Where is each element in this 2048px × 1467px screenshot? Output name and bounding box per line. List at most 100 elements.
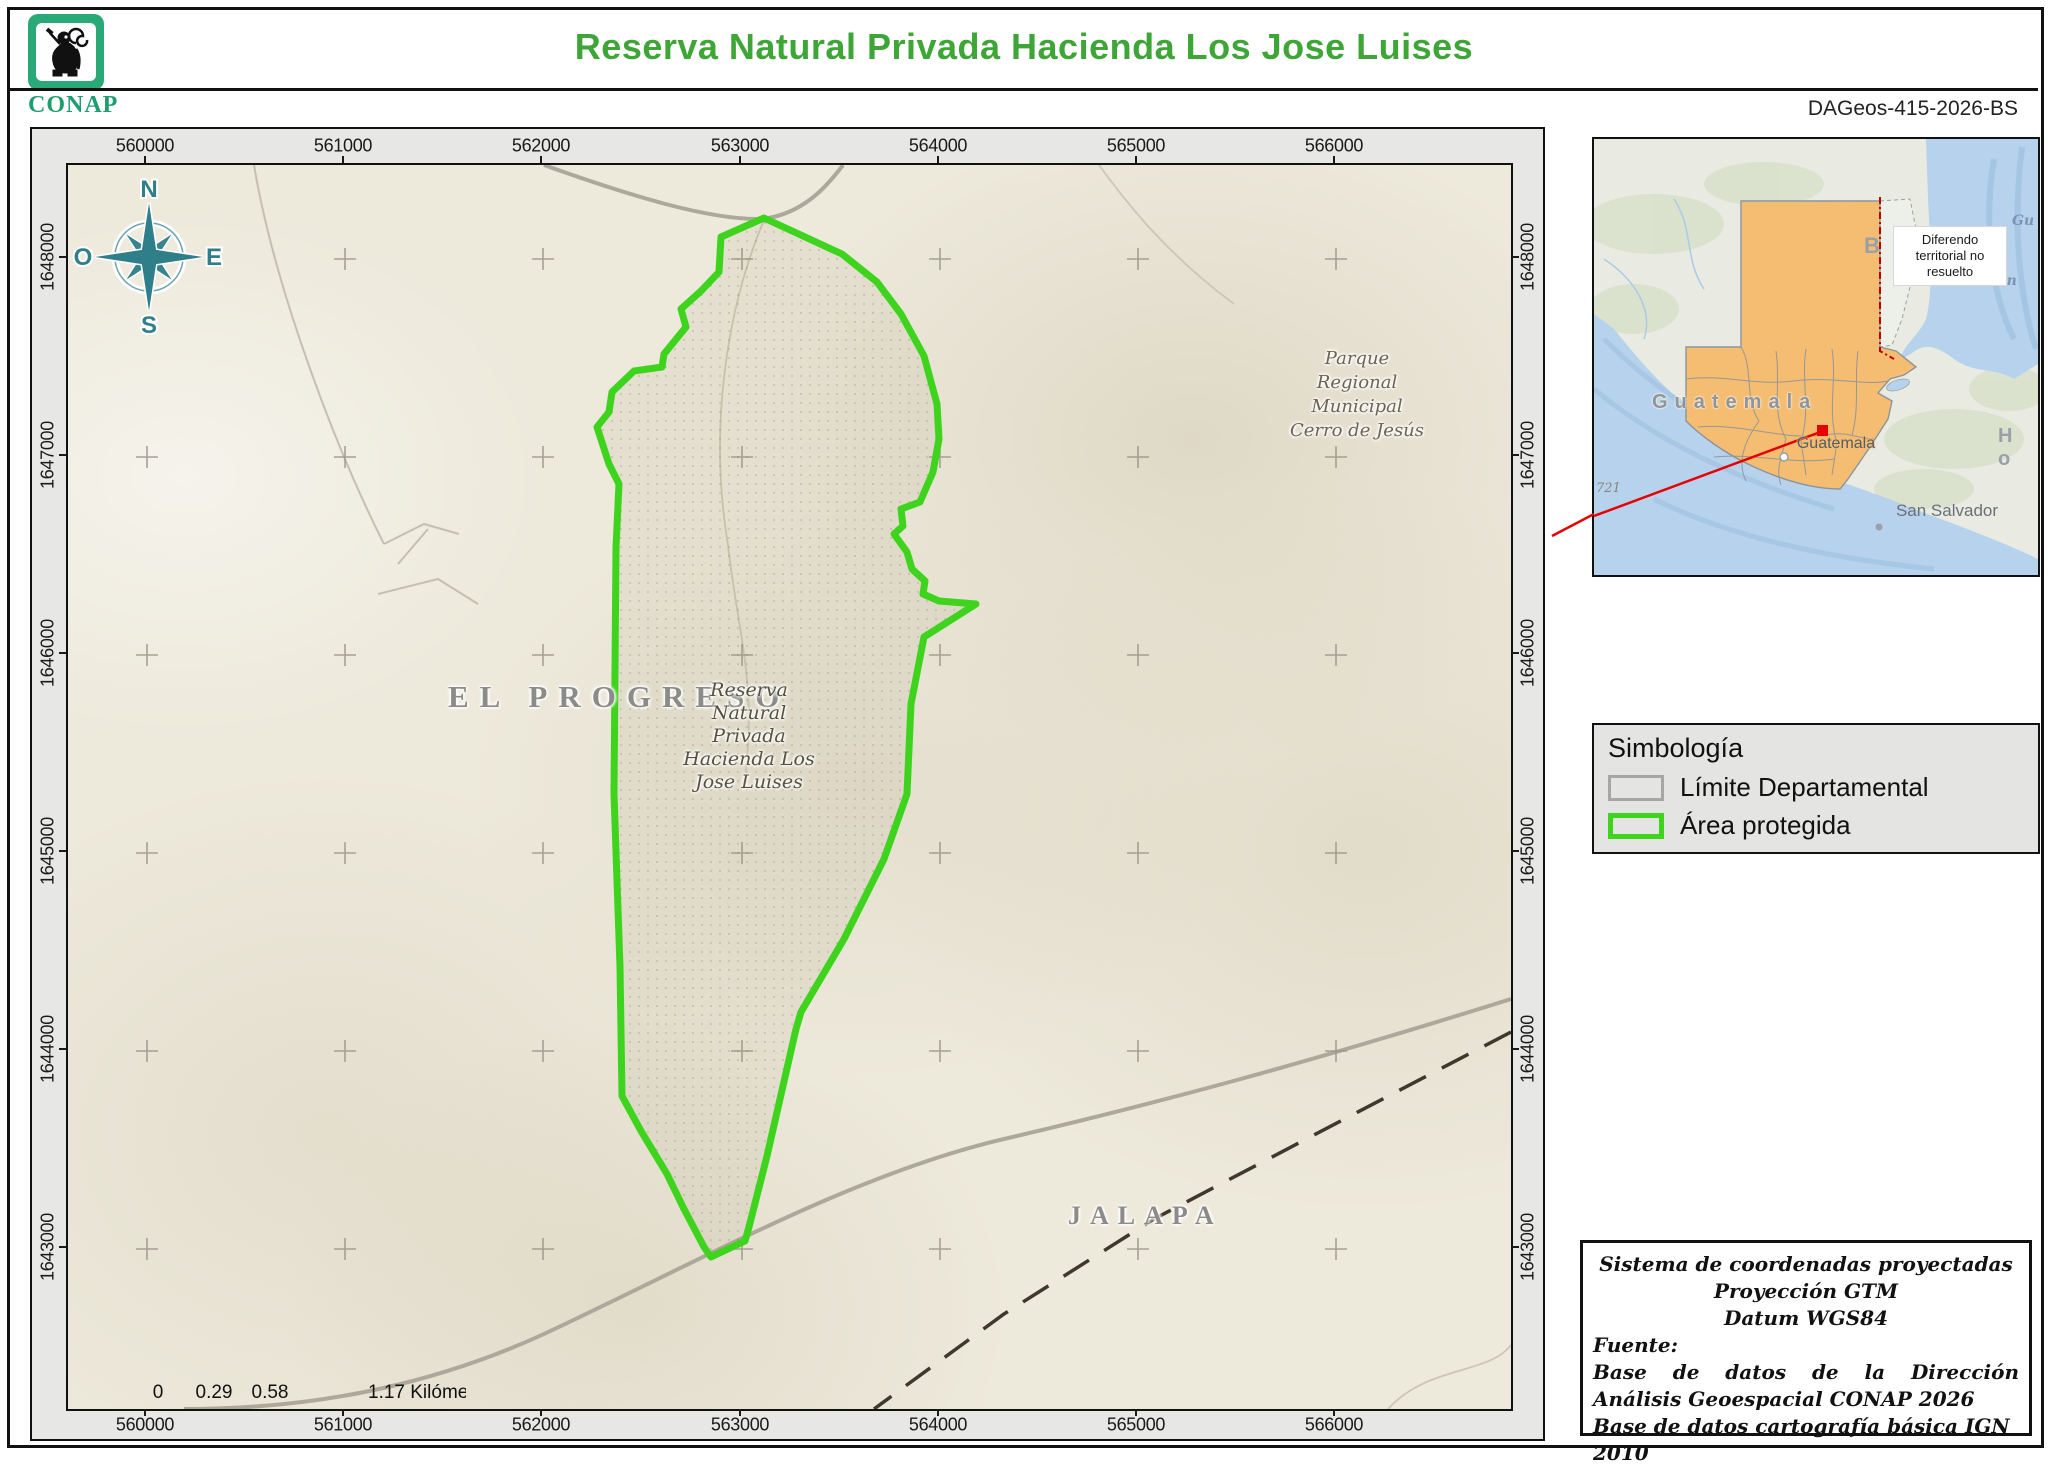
legend-panel: Simbología Límite Departamental Área pro…: [1592, 723, 2040, 854]
territorial-dispute-callout: Diferendo territorial no resuelto: [1894, 227, 2006, 285]
map-canvas: N E S O EL PROGRESO JALAPA Reserva Natur…: [66, 163, 1513, 1411]
grid-coordinate-label: 1644000: [37, 1015, 58, 1083]
reserve-line: Natural: [711, 702, 787, 724]
grid-coordinate-label: 561000: [313, 135, 373, 156]
compass-rose: N E S O: [72, 174, 224, 341]
grid-tick: [144, 156, 146, 163]
legend-item-label: Límite Departamental: [1680, 772, 1929, 802]
inset-country-label: Guatemala: [1652, 391, 1818, 413]
reserve-name-label: Reserva Natural Privada Hacienda Los Jos…: [649, 679, 849, 794]
credits-datum: Datum WGS84: [1723, 1306, 1889, 1330]
header-divider: [10, 88, 2038, 91]
conap-logo-text: CONAP: [28, 92, 119, 118]
scale-label-full: 1.17 Kilómetros: [368, 1382, 466, 1403]
compass-o-label: O: [74, 244, 93, 271]
grid-tick: [1512, 256, 1519, 258]
grid-tick: [1512, 1048, 1519, 1050]
credits-projection: Proyección GTM: [1713, 1279, 1899, 1303]
grid-tick: [540, 1409, 542, 1416]
grid-coordinate-label: 560000: [115, 135, 175, 156]
grid-coordinate-label: 1646000: [37, 619, 58, 687]
scale-label-half: 0.58: [252, 1382, 289, 1403]
callout-line-stub: [1551, 512, 1594, 538]
grid-coordinate-label: 566000: [1304, 135, 1364, 156]
credits-coord-system: Sistema de coordenadas proyectadas: [1599, 1252, 2013, 1276]
grid-tick: [1512, 652, 1519, 654]
grid-tick: [342, 156, 344, 163]
grid-tick: [342, 1409, 344, 1416]
grid-tick: [1135, 156, 1137, 163]
grid-coordinate-label: 1643000: [1517, 1213, 1538, 1281]
grid-tick: [937, 156, 939, 163]
grid-coordinate-label: 1643000: [37, 1213, 58, 1281]
park-name-label: Parque Regional Municipal Cerro de Jesús: [1257, 347, 1457, 443]
grid-tick: [1512, 1246, 1519, 1248]
scale-label-0: 0: [153, 1382, 164, 1403]
honduras-label-fragment: H o: [1998, 425, 2019, 470]
park-line: Municipal: [1311, 396, 1403, 417]
grid-coordinate-label: 565000: [1106, 1414, 1166, 1435]
grid-coordinate-label: 1647000: [1517, 421, 1538, 489]
legend-item-area-protegida: Área protegida: [1608, 810, 2038, 841]
inset-city-label: Guatemala: [1796, 435, 1876, 452]
grid-coordinate-label: 561000: [313, 1414, 373, 1435]
legend-item-limite-departamental: Límite Departamental: [1608, 772, 2038, 803]
scale-label-quarter: 0.29: [196, 1382, 233, 1403]
grid-tick: [1512, 850, 1519, 852]
compass-s-label: S: [141, 312, 157, 339]
grid-tick: [540, 156, 542, 163]
grid-tick: [59, 454, 66, 456]
map-frame: N E S O EL PROGRESO JALAPA Reserva Natur…: [30, 127, 1545, 1441]
grid-coordinate-label: 563000: [710, 1414, 770, 1435]
grid-coordinate-label: 562000: [511, 135, 571, 156]
grid-tick: [937, 1409, 939, 1416]
protected-area-swatch: [1608, 812, 1664, 839]
locator-inset-map: B Gu Hon Guatemala Guatemala Diferendo t…: [1592, 137, 2040, 577]
document-code: DAGeos-415-2026-BS: [1807, 97, 2018, 120]
grid-tick: [59, 1048, 66, 1050]
grid-coordinate-label: 1648000: [1517, 223, 1538, 291]
grid-coordinate-label: 564000: [908, 1414, 968, 1435]
park-line: Regional: [1316, 372, 1398, 393]
grid-coordinate-label: 565000: [1106, 135, 1166, 156]
grid-coordinate-label: 1647000: [37, 421, 58, 489]
compass-n-label: N: [140, 176, 157, 203]
legend-title: Simbología: [1608, 733, 1744, 763]
grid-tick: [144, 1409, 146, 1416]
gulf-label-fragment: Gu: [2012, 213, 2035, 229]
callout-line: resuelto: [1926, 264, 1974, 279]
department-limit-swatch: [1608, 774, 1664, 801]
grid-tick: [1333, 1409, 1335, 1416]
credits-source-1: Base de datos de la Dirección Análisis G…: [1593, 1360, 2019, 1411]
road-number-label: 721: [1596, 481, 1621, 496]
callout-line: Diferendo: [1921, 232, 1979, 247]
reserve-line: Privada: [712, 725, 786, 747]
credits-source-heading: Fuente:: [1593, 1333, 1678, 1357]
reserve-line: Hacienda Los: [683, 748, 815, 770]
grid-tick: [1135, 1409, 1137, 1416]
grid-coordinate-label: 1644000: [1517, 1015, 1538, 1083]
callout-line: territorial no: [1915, 248, 1985, 263]
grid-coordinate-label: 564000: [908, 135, 968, 156]
grid-tick: [1333, 156, 1335, 163]
department-label-jalapa: JALAPA: [1068, 1201, 1223, 1230]
grid-tick: [1512, 454, 1519, 456]
grid-tick: [739, 156, 741, 163]
grid-tick: [59, 256, 66, 258]
belize-label: B: [1864, 233, 1880, 258]
reserve-line: Jose Luises: [695, 771, 803, 793]
park-line: Cerro de Jesús: [1289, 420, 1425, 441]
grid-coordinate-label: 1645000: [1517, 817, 1538, 885]
grid-coordinate-label: 566000: [1304, 1414, 1364, 1435]
san-salvador-label: San Salvador: [1895, 501, 1999, 520]
reserve-line: Reserva: [710, 679, 788, 701]
grid-tick: [59, 1246, 66, 1248]
compass-e-label: E: [206, 244, 222, 271]
grid-tick: [59, 850, 66, 852]
scale-bar: 0 0.29 0.58 1.17 Kilómetros: [153, 1382, 466, 1403]
park-line: Parque: [1324, 348, 1390, 369]
grid-coordinate-label: 1646000: [1517, 619, 1538, 687]
credits-box: Sistema de coordenadas proyectadas Proye…: [1580, 1240, 2032, 1465]
grid-tick: [59, 652, 66, 654]
legend-item-label: Área protegida: [1680, 810, 1851, 840]
